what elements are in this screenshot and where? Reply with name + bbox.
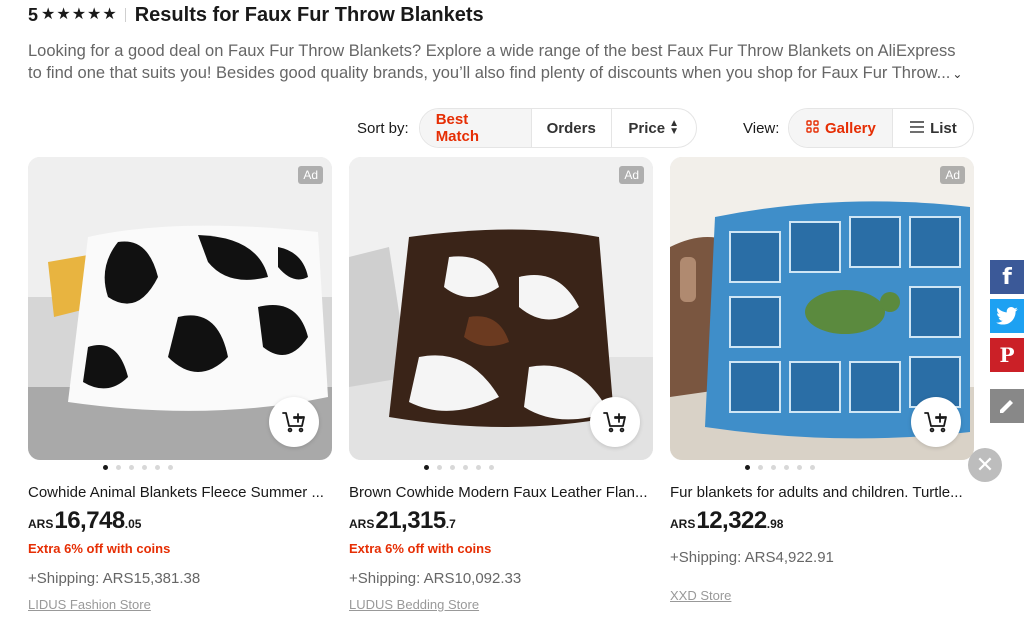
description-line-1: Looking for a good deal on Faux Fur Thro… (28, 42, 956, 60)
results-header: 5 ★ ★ ★ ★ ★ Results for Faux Fur Throw B… (28, 4, 484, 26)
product-grid: Ad Cowhide Animal Blankets Fleece Summer… (28, 157, 974, 612)
product-card[interactable]: Ad Brown Cowhide Modern Faux Leather Fla… (349, 157, 653, 612)
price-currency: ARS (28, 517, 54, 531)
product-title[interactable]: Fur blankets for adults and children. Tu… (670, 484, 970, 501)
social-share-bar: f P (990, 260, 1024, 428)
price-decimal: .05 (124, 517, 142, 531)
edit-button[interactable] (990, 389, 1024, 423)
pinterest-icon: P (999, 343, 1015, 367)
star-icon: ★ (56, 6, 71, 23)
product-card[interactable]: Ad Cowhide Animal Blankets Fleece Summer… (28, 157, 332, 612)
pencil-icon (1000, 400, 1013, 413)
view-list[interactable]: List (893, 109, 973, 147)
view-label: View: (743, 119, 780, 137)
price-currency: ARS (670, 517, 696, 531)
star-icon: ★ (71, 6, 87, 23)
add-to-cart-button[interactable] (590, 397, 640, 447)
star-icon: ★ (87, 6, 102, 23)
view-gallery-label: Gallery (824, 119, 876, 137)
view-list-label: List (930, 119, 957, 137)
sort-options: Best Match Orders Price ▲ ▼ (418, 108, 697, 148)
ad-badge: Ad (298, 166, 323, 184)
description-line-2[interactable]: to find one that suits you! Besides good… (28, 62, 968, 85)
close-icon: ✕ (975, 452, 995, 477)
description-line-2-text: to find one that suits you! Besides good… (28, 64, 951, 82)
shipping-cost: +Shipping: ARS10,092.33 (349, 570, 522, 587)
price-decimal: .7 (445, 517, 456, 531)
shipping-cost: +Shipping: ARS15,381.38 (28, 570, 201, 587)
coins-promo: Extra 6% off with coins (349, 541, 492, 556)
twitter-share-button[interactable] (990, 299, 1024, 333)
price-integer: 21,315 (375, 507, 446, 534)
sort-orders[interactable]: Orders (532, 109, 612, 147)
price-currency: ARS (349, 517, 375, 531)
facebook-share-button[interactable]: f (990, 260, 1024, 294)
price-integer: 12,322 (696, 507, 767, 534)
store-link[interactable]: LUDUS Bedding Store (349, 597, 653, 612)
product-image[interactable]: Ad (349, 157, 653, 460)
cart-plus-icon (924, 412, 947, 433)
sort-arrows-icon: ▲ ▼ (669, 118, 679, 137)
twitter-icon (996, 307, 1018, 325)
view-options: Gallery List (788, 108, 975, 148)
add-to-cart-button[interactable] (269, 397, 319, 447)
product-price: ARS 16,748 .05 (28, 507, 332, 535)
product-title[interactable]: Brown Cowhide Modern Faux Leather Flan..… (349, 484, 649, 501)
product-card[interactable]: Ad Fur blankets for adults and children.… (670, 157, 974, 612)
chevron-down-icon[interactable]: ⌄ (952, 67, 962, 81)
store-link[interactable]: LIDUS Fashion Store (28, 597, 332, 612)
close-share-button[interactable]: ✕ (968, 448, 1002, 482)
list-icon (910, 120, 925, 136)
price-integer: 16,748 (54, 507, 125, 534)
view-bar: View: Gallery List (743, 108, 975, 148)
ad-badge: Ad (619, 166, 644, 184)
view-gallery[interactable]: Gallery (789, 109, 894, 147)
sort-price-label: Price (628, 119, 666, 137)
grid-icon (806, 120, 819, 136)
pinterest-share-button[interactable]: P (990, 338, 1024, 372)
sort-bar: Sort by: Best Match Orders Price ▲ ▼ (357, 108, 697, 148)
rating-stars: ★ ★ ★ ★ ★ (41, 7, 117, 23)
product-image[interactable]: Ad (670, 157, 974, 460)
product-title[interactable]: Cowhide Animal Blankets Fleece Summer ..… (28, 484, 328, 501)
store-link[interactable]: XXD Store (670, 588, 974, 603)
image-carousel-dots[interactable] (28, 465, 332, 471)
add-to-cart-button[interactable] (911, 397, 961, 447)
cart-plus-icon (282, 412, 305, 433)
star-icon: ★ (41, 6, 56, 23)
facebook-icon: f (1002, 264, 1012, 290)
star-icon: ★ (102, 6, 117, 23)
coins-promo: Extra 6% off with coins (28, 541, 171, 556)
sort-best-match[interactable]: Best Match (419, 109, 532, 147)
sort-label: Sort by: (357, 119, 409, 137)
sort-price[interactable]: Price ▲ ▼ (612, 109, 696, 147)
product-price: ARS 12,322 .98 (670, 507, 974, 535)
image-carousel-dots[interactable] (670, 465, 974, 471)
product-image[interactable]: Ad (28, 157, 332, 460)
divider (124, 8, 126, 22)
ad-badge: Ad (940, 166, 965, 184)
page-title: Results for Faux Fur Throw Blankets (134, 3, 484, 26)
product-price: ARS 21,315 .7 (349, 507, 653, 535)
cart-plus-icon (603, 412, 626, 433)
category-description: Looking for a good deal on Faux Fur Thro… (28, 40, 968, 85)
rating-value: 5 (28, 4, 39, 25)
shipping-cost: +Shipping: ARS4,922.91 (670, 549, 834, 566)
price-decimal: .98 (766, 517, 784, 531)
image-carousel-dots[interactable] (349, 465, 653, 471)
